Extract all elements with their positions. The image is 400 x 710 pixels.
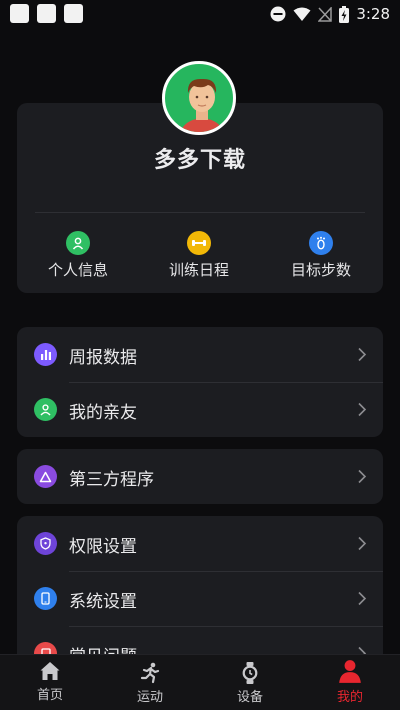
- bar-chart-icon: [34, 343, 57, 366]
- menu-item-label: 我的亲友: [69, 403, 137, 423]
- tab-label: 运动: [136, 690, 163, 705]
- menu-item-system-settings[interactable]: 系统设置: [17, 571, 383, 626]
- wifi-icon: [293, 7, 311, 21]
- menu-group-third-party: 第三方程序: [17, 449, 383, 504]
- quick-action-label: 目标步数: [290, 261, 351, 279]
- quick-action-training-schedule[interactable]: 训练日程: [144, 231, 254, 280]
- quick-action-label: 训练日程: [168, 261, 229, 279]
- watch-icon: [242, 662, 258, 684]
- chevron-right-icon: [358, 347, 367, 362]
- person-icon: [339, 660, 361, 683]
- quick-action-personal-info[interactable]: 个人信息: [23, 231, 133, 280]
- do-not-disturb-icon: [270, 6, 286, 22]
- menu-item-permissions[interactable]: 权限设置: [17, 516, 383, 571]
- quick-action-target-steps[interactable]: 目标步数: [266, 231, 376, 280]
- tab-sport[interactable]: 运动: [100, 655, 200, 710]
- tab-label: 我的: [336, 690, 363, 705]
- no-signal-icon: [318, 6, 333, 22]
- clock: 3:28: [356, 5, 390, 23]
- menu-item-label: 第三方程序: [69, 470, 154, 490]
- quick-action-label: 个人信息: [47, 261, 108, 279]
- running-icon: [140, 662, 160, 684]
- divider: [35, 212, 365, 213]
- menu-group-data: 周报数据 我的亲友: [17, 327, 383, 437]
- triangle-loop-icon: [34, 465, 57, 488]
- chevron-right-icon: [358, 591, 367, 606]
- home-icon: [40, 662, 60, 680]
- person-icon: [34, 398, 57, 421]
- tab-home[interactable]: 首页: [0, 655, 100, 710]
- menu-item-label: 权限设置: [69, 537, 137, 557]
- notification-icon: [10, 4, 29, 23]
- dumbbell-icon: [187, 231, 211, 255]
- chevron-right-icon: [358, 469, 367, 484]
- menu-item-my-friends[interactable]: 我的亲友: [17, 382, 383, 437]
- avatar[interactable]: [162, 61, 236, 135]
- menu-item-label: 系统设置: [69, 592, 137, 612]
- notification-icon: [37, 4, 56, 23]
- bottom-tab-bar: 首页 运动 设备 我的: [0, 654, 400, 710]
- chevron-right-icon: [358, 402, 367, 417]
- menu-item-weekly-report[interactable]: 周报数据: [17, 327, 383, 382]
- tab-device[interactable]: 设备: [200, 655, 300, 710]
- menu-item-label: 周报数据: [69, 348, 137, 368]
- battery-charging-icon: [339, 5, 350, 23]
- tab-mine[interactable]: 我的: [300, 655, 400, 710]
- status-bar: 3:28: [0, 0, 400, 30]
- shield-icon: [34, 532, 57, 555]
- notification-icon: [64, 4, 83, 23]
- chevron-right-icon: [358, 536, 367, 551]
- tab-label: 首页: [36, 688, 63, 703]
- footprint-icon: [309, 231, 333, 255]
- menu-item-third-party[interactable]: 第三方程序: [17, 449, 383, 504]
- person-icon: [66, 231, 90, 255]
- phone-icon: [34, 587, 57, 610]
- username[interactable]: 多多下载: [0, 142, 400, 174]
- tab-label: 设备: [236, 690, 263, 705]
